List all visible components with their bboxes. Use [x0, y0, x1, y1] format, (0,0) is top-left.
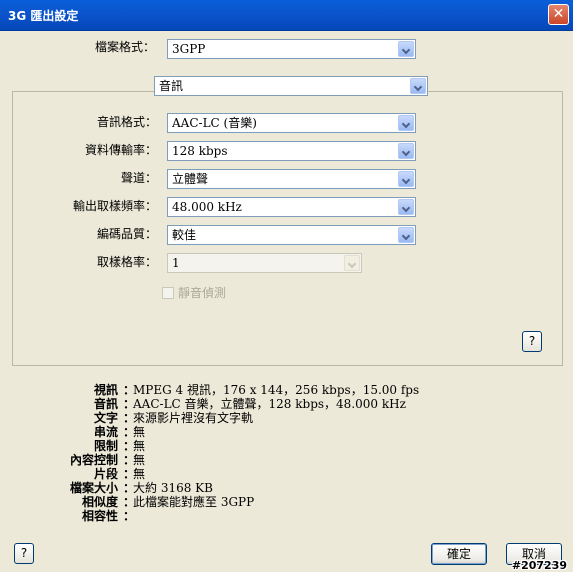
channels-label: 聲道： — [120, 171, 157, 185]
chevron-down-icon — [398, 199, 414, 215]
summary-value: 無 — [133, 467, 146, 481]
ok-button[interactable]: 確定 — [431, 543, 487, 565]
format-value: 3GPP — [172, 42, 206, 56]
summary-colon: ： — [123, 509, 136, 523]
output-sample-rate-value: 48.000 kHz — [172, 200, 242, 214]
sample-rate-value: 1 — [172, 256, 180, 270]
group-help-button[interactable]: ? — [522, 331, 542, 352]
summary-key: 視訊 — [93, 383, 118, 397]
summary-value: 大約 3168 KB — [133, 481, 213, 495]
close-icon: ✕ — [552, 6, 565, 22]
checkbox-box[interactable] — [162, 287, 174, 299]
audio-format-select[interactable]: AAC-LC (音樂) — [167, 113, 416, 133]
chevron-down-icon — [410, 78, 426, 94]
channels-value: 立體聲 — [172, 172, 209, 186]
chevron-down-icon — [398, 143, 414, 159]
summary-key: 串流 — [93, 425, 118, 439]
sample-rate-label: 取樣格率： — [96, 255, 157, 269]
window-title: 3G 匯出設定 — [8, 9, 79, 23]
summary-value: AAC-LC 音樂，立體聲，128 kbps，48.000 kHz — [133, 397, 406, 411]
encoding-quality-select[interactable]: 較佳 — [167, 225, 416, 245]
chevron-down-icon — [398, 41, 414, 57]
bitrate-value: 128 kbps — [172, 144, 228, 158]
format-select[interactable]: 3GPP — [167, 39, 416, 59]
summary-key: 限制 — [93, 439, 118, 453]
summary-key: 檔案大小 — [69, 481, 118, 495]
output-sample-rate-select[interactable]: 48.000 kHz — [167, 197, 416, 217]
chevron-down-icon — [398, 227, 414, 243]
chevron-down-icon — [344, 255, 360, 271]
dialog-body: 檔案格式： 3GPP 音訊 音訊格式： AAC-LC (音樂) 資料傳輸率： 1… — [0, 31, 573, 572]
watermark: #207239 — [511, 559, 567, 572]
chevron-down-icon — [398, 171, 414, 187]
summary-key: 相似度 — [81, 495, 118, 509]
encoding-quality-label: 編碼品質： — [96, 227, 157, 241]
summary-key: 相容性 — [81, 509, 118, 523]
summary-value: 無 — [133, 439, 146, 453]
help-button[interactable]: ? — [14, 543, 34, 564]
close-button[interactable]: ✕ — [548, 4, 569, 25]
audio-format-value: AAC-LC (音樂) — [172, 116, 257, 130]
output-sample-rate-label: 輸出取樣頻率： — [72, 199, 157, 213]
summary-value: 無 — [133, 453, 146, 467]
summary-value: 此檔案能對應至 3GPP — [133, 495, 255, 509]
summary-key: 片段 — [93, 467, 118, 481]
format-label: 檔案格式： — [94, 40, 155, 54]
summary-value: 無 — [133, 425, 146, 439]
chevron-down-icon — [398, 115, 414, 131]
summary-key: 文字 — [93, 411, 118, 425]
sample-rate-select[interactable]: 1 — [167, 253, 362, 273]
section-select[interactable]: 音訊 — [154, 76, 428, 96]
summary-key: 音訊 — [93, 397, 118, 411]
channels-select[interactable]: 立體聲 — [167, 169, 416, 189]
encoding-quality-value: 較佳 — [172, 228, 197, 242]
title-bar: 3G 匯出設定 ✕ — [0, 0, 573, 31]
section-value: 音訊 — [159, 79, 184, 93]
help-icon: ? — [528, 334, 536, 348]
bitrate-label: 資料傳輸率： — [84, 143, 157, 157]
silence-detect-label: 靜音偵測 — [178, 286, 227, 300]
bitrate-select[interactable]: 128 kbps — [167, 141, 416, 161]
summary-value: MPEG 4 視訊，176 x 144，256 kbps，15.00 fps — [133, 383, 420, 397]
summary-key: 內容控制 — [69, 453, 118, 467]
help-icon: ? — [20, 546, 28, 560]
audio-format-label: 音訊格式： — [96, 115, 157, 129]
summary-value: 來源影片裡沒有文字軌 — [133, 411, 254, 425]
